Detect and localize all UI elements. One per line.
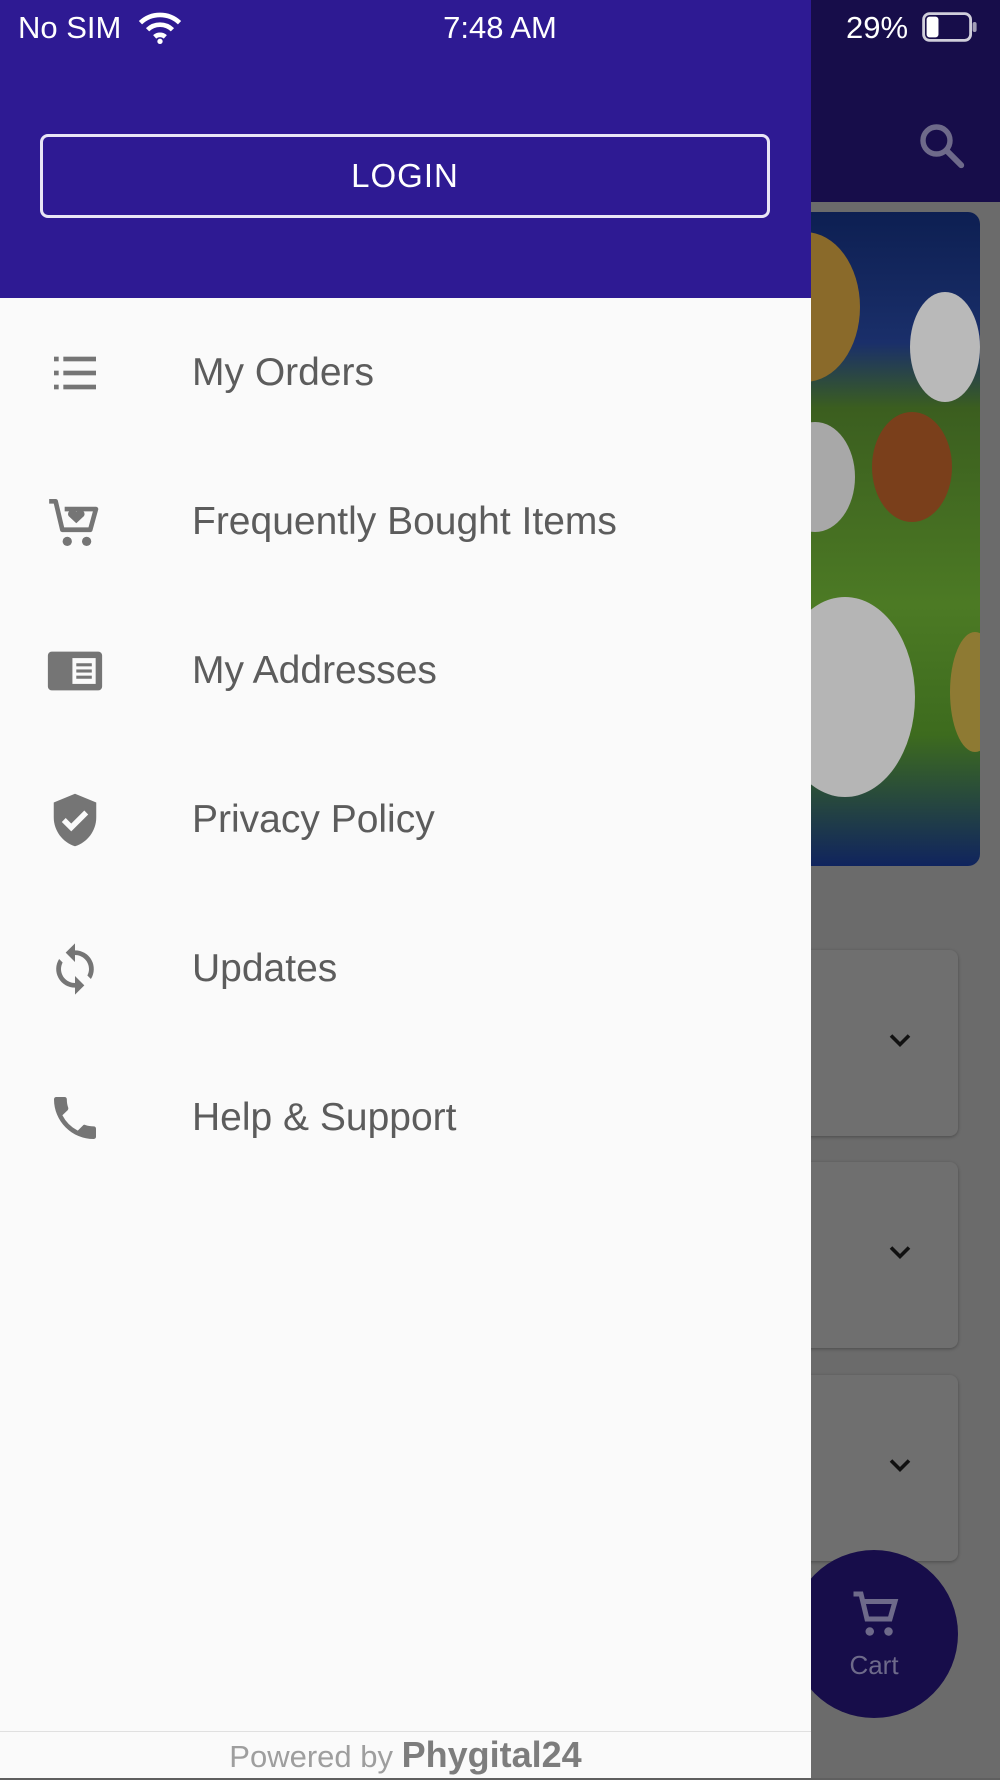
cart-fab-label: Cart [849, 1650, 899, 1680]
battery-percent: 29% [846, 10, 909, 45]
menu-item-my-orders[interactable]: My Orders [0, 298, 811, 447]
search-icon[interactable] [914, 118, 968, 172]
menu-item-label: My Orders [192, 350, 375, 394]
menu-item-frequently-bought[interactable]: Frequently Bought Items [0, 447, 811, 596]
battery-icon [922, 12, 977, 42]
chevron-down-icon [889, 1246, 911, 1260]
menu-item-label: Help & Support [192, 1095, 457, 1139]
cart-icon [853, 1591, 899, 1636]
cart-fab-button[interactable]: Cart [790, 1550, 958, 1718]
drawer-menu: My Orders Frequently Bought Items My Add… [0, 298, 811, 1192]
chevron-down-icon [889, 1034, 911, 1048]
menu-item-label: Privacy Policy [192, 797, 435, 841]
chevron-down-icon [889, 1459, 911, 1473]
menu-item-label: Frequently Bought Items [192, 499, 617, 543]
menu-item-label: Updates [192, 946, 338, 990]
status-bar: No SIM 7:48 AM 29% [0, 0, 1000, 58]
cart-heart-icon [44, 491, 106, 553]
shield-check-icon [44, 789, 106, 851]
address-card-icon [44, 640, 106, 702]
login-button[interactable]: LOGIN [40, 134, 770, 218]
powered-by-footer: Powered by Phygital24 [0, 1731, 811, 1778]
footer-prefix: Powered by [229, 1739, 393, 1774]
phone-icon [44, 1087, 106, 1149]
sync-icon [44, 938, 106, 1000]
menu-item-my-addresses[interactable]: My Addresses [0, 596, 811, 745]
menu-item-updates[interactable]: Updates [0, 894, 811, 1043]
menu-item-label: My Addresses [192, 648, 437, 692]
navigation-drawer: LOGIN My Orders Frequently Bought Items … [0, 0, 811, 1778]
menu-item-help-support[interactable]: Help & Support [0, 1043, 811, 1192]
menu-item-privacy-policy[interactable]: Privacy Policy [0, 745, 811, 894]
list-icon [44, 342, 106, 404]
footer-brand: Phygital24 [401, 1734, 582, 1775]
